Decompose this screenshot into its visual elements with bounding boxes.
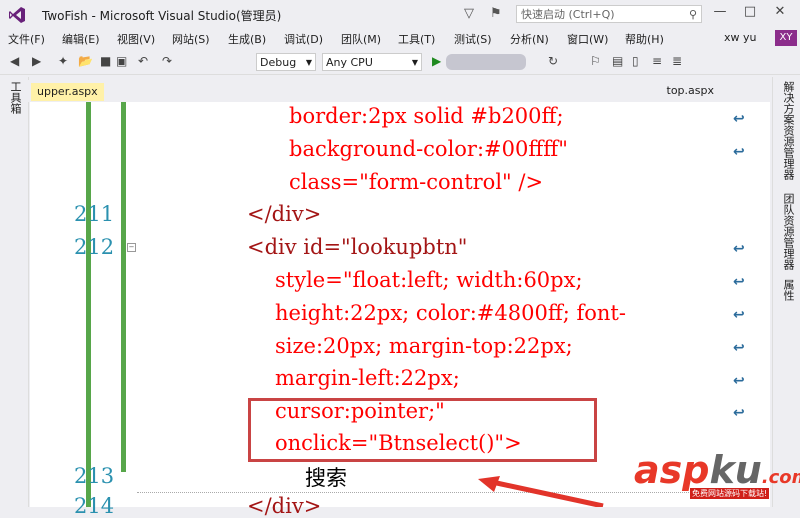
word-wrap-icon: ↩ — [733, 373, 745, 389]
menu-build[interactable]: 生成(B) — [228, 31, 266, 47]
code-line: </div> — [247, 494, 322, 518]
code-line: 搜索 — [305, 466, 347, 490]
title-bar: TwoFish - Microsoft Visual Studio(管理员) ▽… — [0, 0, 800, 30]
code-line: size:20px; margin-top:22px; — [275, 334, 573, 358]
refresh-icon[interactable]: ↻ — [548, 54, 558, 68]
comment-icon[interactable]: ≣ — [672, 54, 682, 68]
quick-launch-input[interactable]: 快速启动 (Ctrl+Q) ⚲ — [516, 5, 702, 23]
right-tool-strip: 解决方案资源管理器 团队资源管理器 属性 — [772, 77, 800, 507]
aspku-watermark-logo: aspku.com — [634, 448, 800, 492]
menu-window[interactable]: 窗口(W) — [567, 31, 608, 47]
feedback-icon[interactable]: ⚑ — [490, 6, 502, 21]
format-icon[interactable]: ▤ — [612, 54, 623, 68]
solution-config-value: Debug — [260, 56, 297, 69]
solution-config-select[interactable]: Debug ▼ — [256, 53, 316, 71]
watermark-subtitle: 免费网站源码下载站! — [690, 488, 770, 499]
menu-bar: 文件(F) 编辑(E) 视图(V) 网站(S) 生成(B) 调试(D) 团队(M… — [0, 30, 800, 48]
forward-icon[interactable]: ▶ — [32, 54, 41, 68]
browser-target-blurred[interactable] — [446, 54, 526, 70]
change-indicator — [86, 102, 91, 507]
visual-studio-logo-icon — [9, 7, 25, 23]
document-icon[interactable]: ▯ — [632, 54, 639, 68]
solution-explorer-tab[interactable]: 解决方案资源管理器 — [780, 81, 796, 180]
menu-file[interactable]: 文件(F) — [8, 31, 45, 47]
word-wrap-icon: ↩ — [733, 340, 745, 356]
document-tab-strip: upper.aspx top.aspx — [28, 80, 772, 102]
code-line: </div> — [247, 202, 322, 226]
code-line: margin-left:22px; — [275, 366, 460, 390]
tab-upper-aspx[interactable]: upper.aspx — [31, 83, 104, 101]
word-wrap-icon: ↩ — [733, 111, 745, 127]
code-line: height:22px; color:#4800ff; font- — [275, 301, 626, 325]
toolbox-panel[interactable]: 工具箱 — [0, 77, 29, 507]
toolbox-label: 工具箱 — [9, 81, 22, 114]
word-wrap-icon: ↩ — [733, 405, 745, 421]
bookmark-icon[interactable]: ⚐ — [590, 54, 601, 68]
collapse-toggle-icon[interactable]: − — [127, 243, 136, 252]
avatar[interactable]: XY — [775, 30, 797, 46]
menu-website[interactable]: 网站(S) — [172, 31, 210, 47]
line-number: 211 — [74, 202, 115, 226]
minimize-button[interactable]: — — [710, 4, 730, 19]
team-explorer-tab[interactable]: 团队资源管理器 — [780, 193, 796, 270]
guide-line — [137, 492, 757, 493]
watermark-brand-b: ku — [709, 448, 762, 492]
undo-icon[interactable]: ↶ — [138, 54, 148, 68]
watermark-brand-a: asp — [634, 448, 710, 492]
code-line: <div id="lookupbtn" — [247, 235, 468, 259]
code-line: background-color:#00ffff" — [289, 137, 568, 161]
chevron-down-icon: ▼ — [411, 58, 418, 67]
menu-test[interactable]: 测试(S) — [454, 31, 492, 47]
search-icon: ⚲ — [688, 8, 697, 21]
menu-team[interactable]: 团队(M) — [341, 31, 381, 47]
back-icon[interactable]: ◀ — [10, 54, 19, 68]
code-line: class="form-control" /> — [289, 170, 544, 194]
code-line: style="float:left; width:60px; — [275, 268, 583, 292]
redo-icon[interactable]: ↷ — [162, 54, 172, 68]
menu-view[interactable]: 视图(V) — [117, 31, 155, 47]
filter-icon[interactable]: ▽ — [464, 6, 474, 21]
platform-value: Any CPU — [326, 56, 373, 69]
tab-top-aspx[interactable]: top.aspx — [667, 84, 715, 97]
quick-launch-placeholder: 快速启动 (Ctrl+Q) — [521, 8, 615, 21]
word-wrap-icon: ↩ — [733, 241, 745, 257]
close-button[interactable]: ✕ — [770, 4, 790, 19]
word-wrap-icon: ↩ — [733, 144, 745, 160]
save-all-icon[interactable]: ▣ — [116, 54, 127, 68]
new-project-icon[interactable]: ✦ — [58, 54, 68, 68]
menu-edit[interactable]: 编辑(E) — [62, 31, 100, 47]
line-number: 213 — [74, 464, 115, 488]
line-number: 212 — [74, 235, 115, 259]
properties-tab[interactable]: 属性 — [780, 279, 796, 301]
highlight-box — [248, 398, 597, 462]
platform-select[interactable]: Any CPU ▼ — [322, 53, 422, 71]
word-wrap-icon: ↩ — [733, 307, 745, 323]
menu-help[interactable]: 帮助(H) — [625, 31, 664, 47]
watermark-brand-c: .com — [761, 467, 800, 488]
menu-analyze[interactable]: 分析(N) — [510, 31, 549, 47]
window-title: TwoFish - Microsoft Visual Studio(管理员) — [42, 9, 282, 23]
line-number: 214 — [74, 494, 115, 518]
save-icon[interactable]: ■ — [100, 54, 111, 68]
start-debugging-icon[interactable]: ▶ — [432, 54, 441, 68]
user-name[interactable]: xw yu — [724, 31, 756, 44]
word-wrap-icon: ↩ — [733, 274, 745, 290]
change-indicator-inner — [121, 102, 126, 472]
code-line: border:2px solid #b200ff; — [289, 104, 564, 128]
menu-tools[interactable]: 工具(T) — [398, 31, 435, 47]
pointer-arrow-icon — [478, 476, 604, 507]
chevron-down-icon: ▼ — [305, 58, 312, 67]
standard-toolbar: ◀ ▶ ✦ 📂 ■ ▣ ↶ ↷ Debug ▼ Any CPU ▼ ▶ ↻ ⚐ … — [0, 50, 800, 75]
open-icon[interactable]: 📂 — [78, 54, 93, 68]
menu-debug[interactable]: 调试(D) — [284, 31, 323, 47]
align-icon[interactable]: ≡ — [652, 54, 662, 68]
maximize-button[interactable]: □ — [740, 4, 760, 19]
